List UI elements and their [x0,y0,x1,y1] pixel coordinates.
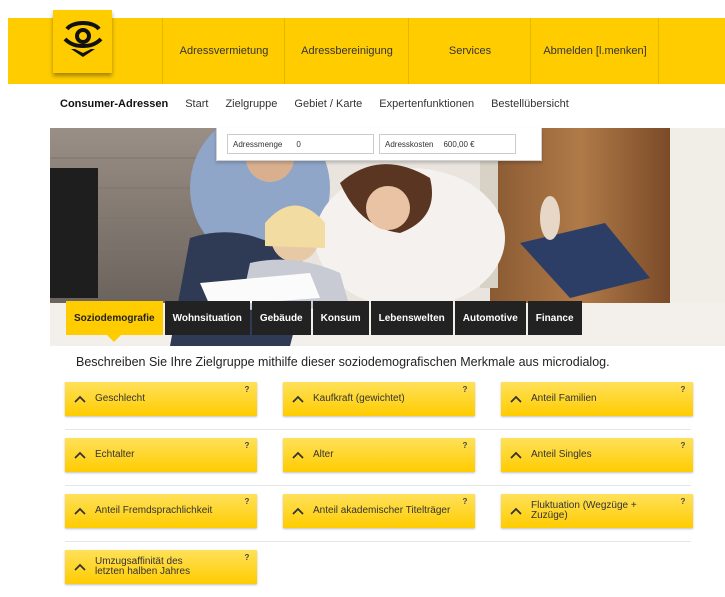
subnav-start[interactable]: Start [185,98,208,114]
nav-services[interactable]: Services [408,18,531,84]
address-cost-label: Adresskosten [385,139,434,149]
criterion-label: Anteil Singles [531,449,592,460]
help-icon[interactable]: ? [242,553,252,563]
counter-panel: Adressmenge 0 Adresskosten 600,00 € [216,128,542,161]
criterion-echtalter[interactable]: Echtalter ? [65,438,257,472]
help-icon[interactable]: ? [678,385,688,395]
chevron-up-icon [65,563,95,571]
chevron-up-icon [283,395,313,403]
address-count-field: Adressmenge 0 [227,134,374,154]
criterion-label: Anteil akademischer Titelträger [313,505,451,516]
tab-lebenswelten[interactable]: Lebenswelten [370,301,453,335]
chevron-up-icon [283,507,313,515]
chevron-up-icon [501,395,531,403]
chevron-up-icon [501,507,531,515]
chevron-up-icon [501,451,531,459]
address-count-value: 0 [296,139,301,149]
help-icon[interactable]: ? [242,441,252,451]
criterion-label: Anteil Familien [531,393,597,404]
posthorn-icon [61,19,105,64]
subnav-zielgruppe[interactable]: Zielgruppe [225,98,277,114]
address-cost-field: Adresskosten 600,00 € [379,134,516,154]
criterion-fremdsprachlichkeit[interactable]: Anteil Fremdsprachlichkeit ? [65,494,257,528]
tab-konsum[interactable]: Konsum [312,301,369,335]
criterion-label: Anteil Fremdsprachlichkeit [95,505,213,516]
criterion-label: Kaufkraft (gewichtet) [313,393,405,404]
logout-link[interactable]: Abmelden [l.menken] [530,18,659,84]
row-divider [65,541,691,542]
criterion-label: Echtalter [95,449,135,460]
tab-wohnsituation[interactable]: Wohnsituation [164,301,250,335]
nav-adressvermietung[interactable]: Adressvermietung [162,18,285,84]
criterion-kaufkraft[interactable]: Kaufkraft (gewichtet) ? [283,382,475,416]
criterion-label: Geschlecht [95,393,146,404]
criterion-label: Umzugsaffinität des letzten halben Jahre… [95,556,191,577]
category-tabs: Soziodemografie Wohnsituation Gebäude Ko… [66,301,584,342]
help-icon[interactable]: ? [460,497,470,507]
nav-spacer [658,18,725,84]
criterion-anteil-familien[interactable]: Anteil Familien ? [501,382,693,416]
criterion-label: Alter [313,449,334,460]
subnav-bestelluebersicht[interactable]: Bestellübersicht [491,98,569,114]
subnav-consumer-adressen[interactable]: Consumer-Adressen [60,98,168,114]
help-icon[interactable]: ? [242,497,252,507]
row-divider [65,429,691,430]
criterion-fluktuation[interactable]: Fluktuation (Wegzüge + Zuzüge) ? [501,494,693,528]
chevron-up-icon [283,451,313,459]
tab-gebaeude[interactable]: Gebäude [251,301,311,335]
nav-adressbereinigung[interactable]: Adressbereinigung [284,18,409,84]
chevron-up-icon [65,395,95,403]
tab-soziodemografie[interactable]: Soziodemografie [66,301,163,342]
chevron-up-icon [65,451,95,459]
logo[interactable] [53,10,112,73]
criterion-geschlecht[interactable]: Geschlecht ? [65,382,257,416]
criterion-label: Fluktuation (Wegzüge + Zuzüge) [531,500,637,521]
criterion-akademische-titel[interactable]: Anteil akademischer Titelträger ? [283,494,475,528]
criterion-umzugsaffinitaet[interactable]: Umzugsaffinität des letzten halben Jahre… [65,550,257,584]
section-intro: Beschreiben Sie Ihre Zielgruppe mithilfe… [76,355,610,369]
address-count-label: Adressmenge [233,139,283,149]
subnav-gebiet-karte[interactable]: Gebiet / Karte [294,98,362,114]
subnav-expertenfunktionen[interactable]: Expertenfunktionen [379,98,474,114]
help-icon[interactable]: ? [460,441,470,451]
help-icon[interactable]: ? [460,385,470,395]
help-icon[interactable]: ? [678,497,688,507]
sub-navigation: Consumer-Adressen Start Zielgruppe Gebie… [60,98,586,114]
criterion-alter[interactable]: Alter ? [283,438,475,472]
help-icon[interactable]: ? [678,441,688,451]
tab-finance[interactable]: Finance [527,301,582,335]
row-divider [65,485,691,486]
tab-automotive[interactable]: Automotive [454,301,526,335]
help-icon[interactable]: ? [242,385,252,395]
chevron-up-icon [65,507,95,515]
address-cost-value: 600,00 € [443,139,475,149]
criterion-anteil-singles[interactable]: Anteil Singles ? [501,438,693,472]
